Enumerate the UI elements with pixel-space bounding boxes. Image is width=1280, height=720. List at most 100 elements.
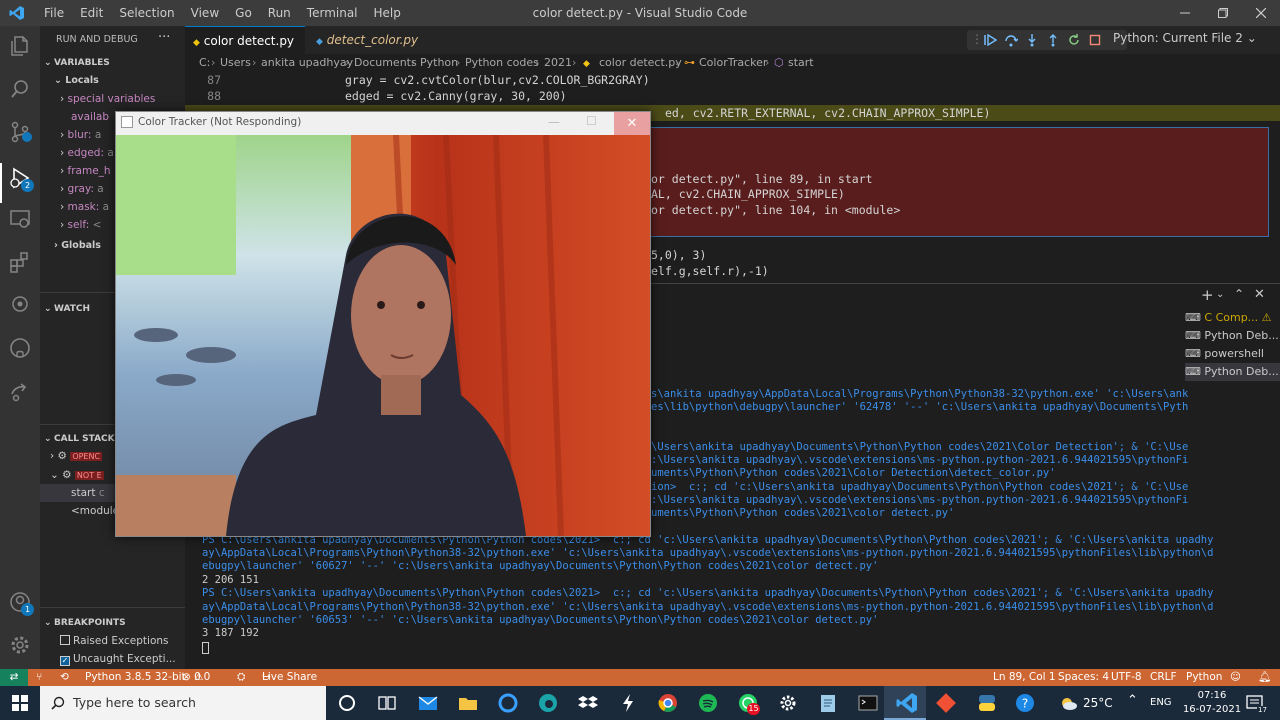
tracker-minimize-button[interactable]: —: [548, 115, 560, 129]
color-tracker-window[interactable]: Color Tracker (Not Responding) — ☐ ✕: [115, 111, 651, 537]
menu-selection[interactable]: Selection: [111, 6, 182, 20]
language-mode[interactable]: Python: [1186, 669, 1222, 686]
breakpoints-section-header[interactable]: ⌄ BREAKPOINTS: [40, 614, 185, 632]
spotify-icon[interactable]: [696, 691, 720, 715]
task-view-icon[interactable]: [375, 691, 399, 715]
breadcrumb-item[interactable]: Users: [220, 54, 251, 72]
weather-temp[interactable]: 25°C: [1083, 696, 1113, 710]
breakpoint-row[interactable]: Raised Exceptions: [40, 632, 185, 650]
new-terminal-icon[interactable]: +: [1201, 286, 1214, 304]
chrome-icon[interactable]: [656, 691, 680, 715]
locals-scope[interactable]: ⌄ Locals: [40, 72, 185, 90]
more-actions-icon[interactable]: ···: [158, 30, 170, 45]
variable-row[interactable]: › special variables: [40, 90, 185, 108]
continue-icon[interactable]: [983, 33, 997, 47]
tracker-close-button[interactable]: ✕: [614, 112, 650, 135]
dropbox-icon[interactable]: [576, 691, 600, 715]
problems-indicator[interactable]: ⊗ 0 ⚠ 0: [182, 669, 210, 686]
step-over-icon[interactable]: [1004, 33, 1018, 47]
python-app-icon[interactable]: [975, 691, 999, 715]
breadcrumb-item[interactable]: color detect.py: [599, 54, 682, 72]
indentation[interactable]: Spaces: 4: [1058, 669, 1109, 686]
mail-icon[interactable]: [416, 691, 440, 715]
manage-gear-icon[interactable]: [8, 633, 32, 657]
search-icon[interactable]: [8, 77, 32, 101]
step-into-icon[interactable]: [1025, 33, 1039, 47]
chevron-down-icon[interactable]: ⌄: [1216, 289, 1224, 300]
git-app-icon[interactable]: [934, 691, 958, 715]
breadcrumb-item[interactable]: Documents: [354, 54, 417, 72]
settings-gear-icon[interactable]: [776, 691, 800, 715]
vscode-taskbar-icon[interactable]: [895, 691, 919, 715]
tracker-maximize-button[interactable]: ☐: [586, 114, 597, 128]
clock-time[interactable]: 07:16: [1192, 690, 1232, 701]
tracker-title-bar[interactable]: Color Tracker (Not Responding) — ☐ ✕: [116, 112, 650, 135]
cortana-ring-icon[interactable]: [496, 691, 520, 715]
explorer-icon[interactable]: [8, 34, 32, 58]
extensions-icon[interactable]: [8, 250, 32, 274]
stop-icon[interactable]: [1088, 33, 1102, 47]
python-interpreter[interactable]: Python 3.8.5 32-bit: [85, 669, 186, 686]
menu-view[interactable]: View: [183, 6, 227, 20]
close-window-button[interactable]: [1242, 0, 1280, 26]
file-explorer-icon[interactable]: [456, 691, 480, 715]
weather-icon[interactable]: [1058, 695, 1078, 711]
cursor-position[interactable]: Ln 89, Col 1: [993, 669, 1056, 686]
menu-edit[interactable]: Edit: [72, 6, 111, 20]
encoding[interactable]: UTF-8: [1111, 669, 1142, 686]
breadcrumb-item[interactable]: Python codes: [465, 54, 539, 72]
close-panel-icon[interactable]: ✕: [1254, 287, 1265, 302]
terminal-list-item[interactable]: ⌨ powershell: [1185, 345, 1280, 363]
settings-sync-icon[interactable]: [8, 292, 32, 316]
chevron-up-icon[interactable]: ⌃: [1127, 693, 1138, 708]
debug-config-select[interactable]: Python: Current File 2 ⌄: [1113, 31, 1257, 45]
remote-explorer-icon[interactable]: [8, 207, 32, 231]
windows-start-icon[interactable]: [12, 695, 28, 711]
github-icon[interactable]: [8, 336, 32, 360]
breadcrumb-item[interactable]: ColorTracker: [699, 54, 767, 72]
accounts-icon[interactable]: 1: [8, 590, 34, 616]
menu-help[interactable]: Help: [366, 6, 409, 20]
menu-go[interactable]: Go: [227, 6, 260, 20]
refresh-icon[interactable]: ⟲: [60, 669, 69, 686]
menu-terminal[interactable]: Terminal: [299, 6, 366, 20]
branch-icon[interactable]: ⑂: [36, 669, 42, 686]
cortana-icon[interactable]: [335, 691, 359, 715]
raised-exceptions-checkbox[interactable]: [60, 635, 70, 645]
debug-status-icon[interactable]: ⛭: [237, 669, 245, 686]
breadcrumb-item[interactable]: 2021: [544, 54, 572, 72]
menu-run[interactable]: Run: [260, 6, 299, 20]
variables-section-header[interactable]: ⌄ VARIABLES: [40, 54, 185, 72]
breadcrumb-item[interactable]: ankita upadhyay: [261, 54, 353, 72]
notifications-icon[interactable]: 🔔︎: [1258, 669, 1271, 686]
terminal-app-icon[interactable]: [856, 691, 880, 715]
app-icon[interactable]: [616, 691, 640, 715]
language-indicator[interactable]: ENG: [1150, 697, 1172, 708]
breadcrumb-item[interactable]: start: [788, 54, 814, 72]
clock-date[interactable]: 16-07-2021: [1180, 704, 1244, 715]
terminal-list-item[interactable]: ⌨ Python Deb...: [1185, 363, 1280, 381]
drag-handle-icon[interactable]: ⋮: [971, 32, 983, 46]
breadcrumb-item[interactable]: Python: [420, 54, 458, 72]
breadcrumb-item[interactable]: C:: [199, 54, 210, 72]
terminal-list-item[interactable]: ⌨ Python Deb...: [1185, 327, 1280, 345]
feedback-icon[interactable]: ☺: [1230, 669, 1241, 686]
menu-file[interactable]: File: [36, 6, 72, 20]
breakpoint-row[interactable]: ✓ Uncaught Excepti...: [40, 650, 185, 668]
maximize-button[interactable]: [1204, 0, 1242, 26]
step-out-icon[interactable]: [1046, 33, 1060, 47]
minimize-button[interactable]: [1166, 0, 1204, 26]
whatsapp-icon[interactable]: 15: [736, 691, 760, 715]
restart-icon[interactable]: [1067, 33, 1081, 47]
notepad-icon[interactable]: [816, 691, 840, 715]
run-debug-icon[interactable]: 2: [8, 166, 34, 192]
source-control-icon[interactable]: [8, 120, 32, 144]
maximize-panel-icon[interactable]: ⌃: [1234, 287, 1244, 301]
edge-browser-icon[interactable]: [536, 691, 560, 715]
help-icon[interactable]: ?: [1013, 691, 1037, 715]
tab-detect-color[interactable]: ◆ detect_color.py M: [306, 26, 431, 77]
tab-color-detect[interactable]: ◆ color detect.py ×: [185, 26, 305, 78]
remote-indicator-icon[interactable]: ⇄: [0, 669, 28, 686]
taskbar-search-box[interactable]: Type here to search: [40, 686, 326, 720]
terminal-list-item[interactable]: ⌨ C Comp... ⚠: [1185, 309, 1280, 327]
